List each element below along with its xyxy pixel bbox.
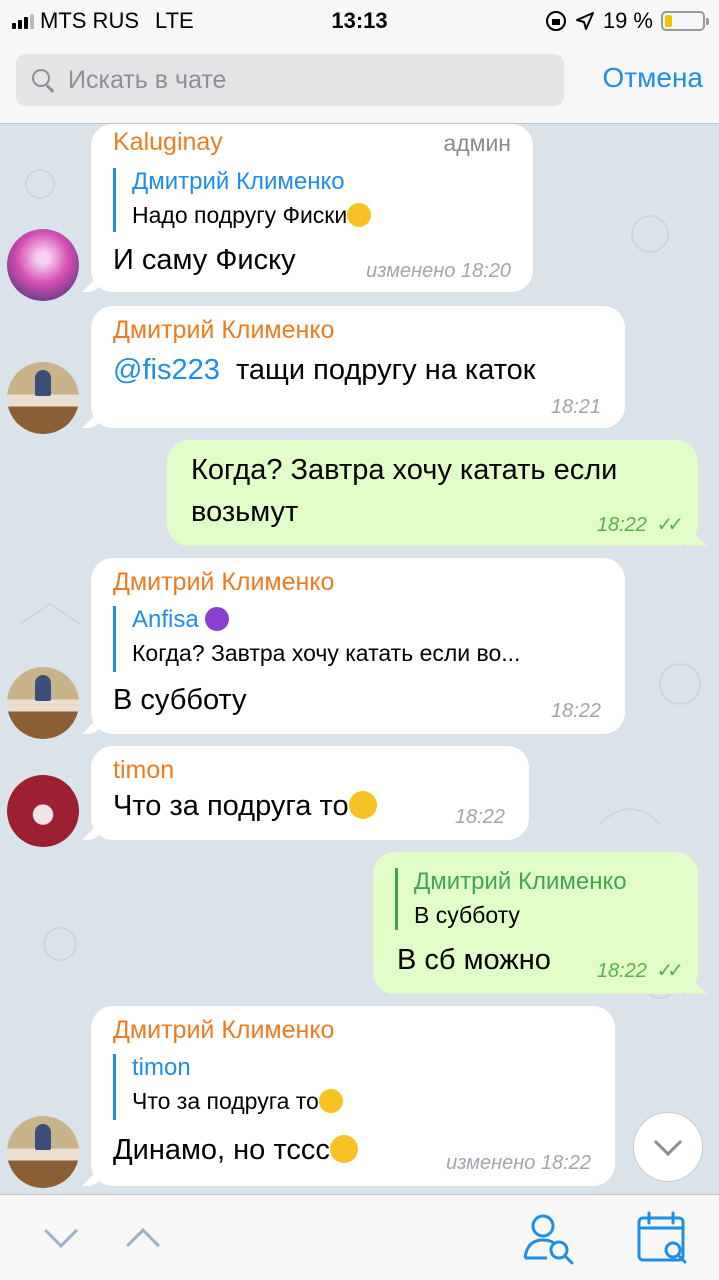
sender-name[interactable]: Дмитрий Клименко <box>113 568 334 597</box>
reply-author-name: Anfisa <box>132 606 199 633</box>
search-by-date-button[interactable] <box>628 1195 698 1280</box>
message-text: И саму Фиску <box>113 244 296 276</box>
message-time: изменено 18:20 <box>366 260 511 282</box>
sender-name[interactable]: timon <box>113 756 174 785</box>
next-result-button[interactable] <box>26 1195 96 1280</box>
message-text: В сб можно <box>397 944 551 976</box>
message-time: 18:22 ✓✓ <box>596 512 684 537</box>
rotation-lock-icon <box>545 11 566 31</box>
battery-percent: 19 % <box>602 8 653 33</box>
previous-result-button[interactable] <box>108 1195 178 1280</box>
reply-text-content: Надо подругу Фиски <box>132 202 348 228</box>
message-bubble-outgoing[interactable]: Когда? Завтра хочу катать если возьмут 1… <box>167 440 698 546</box>
reply-author: Дмитрий Клименко <box>132 168 345 195</box>
search-by-member-button[interactable] <box>514 1195 584 1280</box>
sender-name[interactable]: Kaluginay <box>113 128 223 157</box>
reply-quote[interactable]: Anfisa Когда? Завтра хочу катать если во… <box>113 606 520 672</box>
sender-name[interactable]: Дмитрий Клименко <box>113 316 334 345</box>
battery-icon <box>661 11 709 31</box>
smiling-devil-emoji <box>205 607 230 631</box>
status-right: 19 % <box>545 8 709 34</box>
message-time: 18:22 ✓✓ <box>596 958 684 983</box>
message-bubble[interactable]: timon Что за подруга то 18:22 <box>91 746 529 840</box>
message-text-content: Динамо, но тссс <box>113 1134 330 1166</box>
reply-quote[interactable]: timon Что за подруга то <box>113 1054 343 1120</box>
grinning-emoji <box>348 791 377 819</box>
chevron-down-icon <box>44 1214 78 1248</box>
double-check-icon: ✓✓ <box>656 514 683 536</box>
search-icon <box>30 67 56 93</box>
message-bubble[interactable]: Дмитрий Клименко Anfisa Когда? Завтра хо… <box>91 558 625 734</box>
avatar-timon[interactable] <box>7 775 79 847</box>
grinning-emoji <box>318 1089 343 1113</box>
reply-text-content: Что за подруга то <box>132 1088 319 1114</box>
search-box[interactable] <box>16 54 564 106</box>
cancel-button[interactable]: Отмена <box>603 62 703 94</box>
message-time-value: 18:22 <box>596 514 647 536</box>
message-text-content: тащи подругу на каток <box>235 354 536 386</box>
message-time: 18:22 <box>454 806 505 828</box>
reply-author: timon <box>132 1054 191 1081</box>
message-text: @fis223 тащи подругу на каток <box>113 354 536 387</box>
reply-quote[interactable]: Дмитрий Клименко В субботу <box>395 868 627 930</box>
reply-text: Надо подругу Фиски <box>132 202 372 229</box>
avatar-dmitriy[interactable] <box>7 1116 79 1188</box>
search-results-toolbar <box>0 1194 719 1280</box>
message-bubble[interactable]: Дмитрий Клименко @fis223 тащи подругу на… <box>91 306 625 428</box>
admin-badge: админ <box>443 130 511 156</box>
double-check-icon: ✓✓ <box>656 960 683 982</box>
message-bubble-outgoing[interactable]: Дмитрий Клименко В субботу В сб можно 18… <box>373 852 698 994</box>
reply-text: В субботу <box>414 902 520 928</box>
message-text: В субботу <box>113 684 247 716</box>
message-text-line: Когда? Завтра хочу катать если <box>191 454 618 486</box>
chevron-up-icon <box>126 1228 160 1262</box>
user-search-icon <box>523 1214 574 1265</box>
message-time: 18:22 <box>550 700 601 722</box>
reply-author: Дмитрий Клименко <box>414 868 627 895</box>
mention-link[interactable]: @fis223 <box>113 354 220 386</box>
status-bar: MTS RUS LTE 13:13 19 % <box>0 0 719 40</box>
sender-name[interactable]: Дмитрий Клименко <box>113 1016 334 1045</box>
message-time: изменено 18:22 <box>446 1152 591 1174</box>
chevron-down-icon <box>653 1127 683 1157</box>
calendar-search-icon <box>637 1211 687 1264</box>
message-bubble[interactable]: Kaluginay админ Дмитрий Клименко Надо по… <box>91 124 533 292</box>
chat-area[interactable]: Kaluginay админ Дмитрий Клименко Надо по… <box>0 124 719 1194</box>
location-icon <box>575 12 594 30</box>
message-time-value: 18:22 <box>596 960 647 982</box>
message-bubble[interactable]: Дмитрий Клименко timon Что за подруга то… <box>91 1006 615 1186</box>
search-input[interactable] <box>68 65 548 95</box>
avatar-kaluginay[interactable] <box>7 229 79 301</box>
reply-author: Anfisa <box>132 606 520 634</box>
reply-quote[interactable]: Дмитрий Клименко Надо подругу Фиски <box>113 168 372 232</box>
tears-of-joy-emoji <box>329 1135 358 1163</box>
message-text-line: возьмут <box>191 496 299 528</box>
reply-text: Когда? Завтра хочу катать если во... <box>132 640 521 666</box>
avatar-dmitriy[interactable] <box>7 362 79 434</box>
message-text: Что за подруга то <box>113 790 377 823</box>
message-time: 18:21 <box>550 396 601 418</box>
reply-text: Что за подруга то <box>132 1088 343 1115</box>
tears-of-joy-emoji <box>347 203 372 227</box>
avatar-dmitriy[interactable] <box>7 667 79 739</box>
message-text-content: Что за подруга то <box>113 790 349 822</box>
search-header: Отмена <box>0 40 719 124</box>
message-text: Динамо, но тссс <box>113 1134 358 1167</box>
scroll-to-bottom-button[interactable] <box>633 1112 703 1182</box>
